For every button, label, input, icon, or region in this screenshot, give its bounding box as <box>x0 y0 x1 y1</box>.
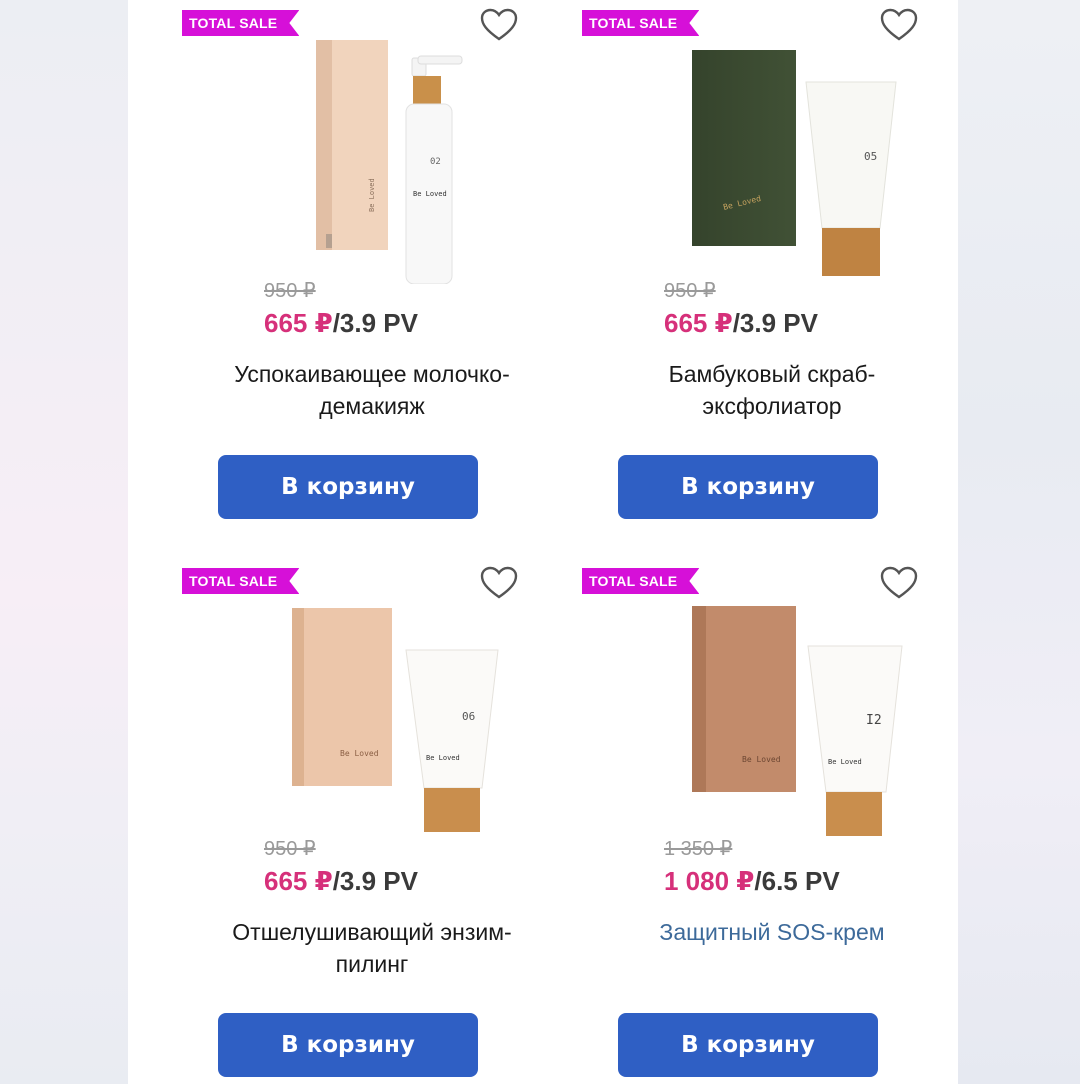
old-price: 950 ₽ <box>264 838 316 860</box>
price-line: 1 080 ₽/6.5 PV <box>664 866 840 897</box>
new-price: 1 080 ₽ <box>664 866 755 896</box>
product-card: TOTAL SALE Be Loved 06 Be Loved 950 ₽ 66… <box>182 558 582 1084</box>
product-number: 06 <box>462 710 475 723</box>
product-card: TOTAL SALE 02 Be Loved Be Loved 950 ₽ 66… <box>182 0 582 540</box>
new-price: 665 ₽ <box>264 308 333 338</box>
sale-badge: TOTAL SALE <box>582 568 699 594</box>
price-line: 665 ₽/3.9 PV <box>264 866 418 897</box>
product-image[interactable]: Be Loved 06 Be Loved <box>242 592 512 842</box>
box-brand-label: Be Loved <box>742 755 781 764</box>
add-to-cart-button[interactable]: В корзину <box>618 455 878 519</box>
brand-label: Be Loved <box>828 758 862 766</box>
pv-value: /3.9 PV <box>332 308 418 338</box>
pv-value: /6.5 PV <box>754 866 840 896</box>
product-card: TOTAL SALE Be Loved 05 950 ₽ 665 ₽/3.9 P… <box>582 0 982 540</box>
product-name[interactable]: Успокаивающее молочко-демакияж <box>202 358 542 422</box>
box-brand-label: Be Loved <box>340 749 379 758</box>
left-background <box>0 0 128 1084</box>
product-card: TOTAL SALE Be Loved I2 Be Loved 1 350 ₽ … <box>582 558 982 1084</box>
brand-label: Be Loved <box>413 190 447 198</box>
product-number: 02 <box>430 157 441 167</box>
old-price: 1 350 ₽ <box>664 838 733 860</box>
sale-badge: TOTAL SALE <box>182 568 299 594</box>
product-name[interactable]: Отшелушивающий энзим-пилинг <box>202 916 542 980</box>
pv-value: /3.9 PV <box>332 866 418 896</box>
pv-value: /3.9 PV <box>732 308 818 338</box>
brand-label: Be Loved <box>426 754 460 762</box>
add-to-cart-button[interactable]: В корзину <box>218 455 478 519</box>
old-price: 950 ₽ <box>264 280 316 302</box>
add-to-cart-button[interactable]: В корзину <box>218 1013 478 1077</box>
price-line: 665 ₽/3.9 PV <box>664 308 818 339</box>
product-grid: TOTAL SALE 02 Be Loved Be Loved 950 ₽ 66… <box>136 0 958 1084</box>
box-brand-label: Be Loved <box>368 178 376 212</box>
old-price: 950 ₽ <box>664 280 716 302</box>
product-number: I2 <box>866 713 882 728</box>
product-name[interactable]: Защитный SOS-крем <box>602 916 942 948</box>
sale-badge: TOTAL SALE <box>582 10 699 36</box>
sale-badge: TOTAL SALE <box>182 10 299 36</box>
product-number: 05 <box>864 150 877 163</box>
price-line: 665 ₽/3.9 PV <box>264 308 418 339</box>
product-image[interactable]: Be Loved 05 <box>642 34 912 284</box>
add-to-cart-button[interactable]: В корзину <box>618 1013 878 1077</box>
new-price: 665 ₽ <box>664 308 733 338</box>
new-price: 665 ₽ <box>264 866 333 896</box>
product-name[interactable]: Бамбуковый скраб-эксфолиатор <box>602 358 942 422</box>
product-image[interactable]: Be Loved I2 Be Loved <box>642 592 912 842</box>
product-image[interactable]: 02 Be Loved Be Loved <box>242 34 512 284</box>
